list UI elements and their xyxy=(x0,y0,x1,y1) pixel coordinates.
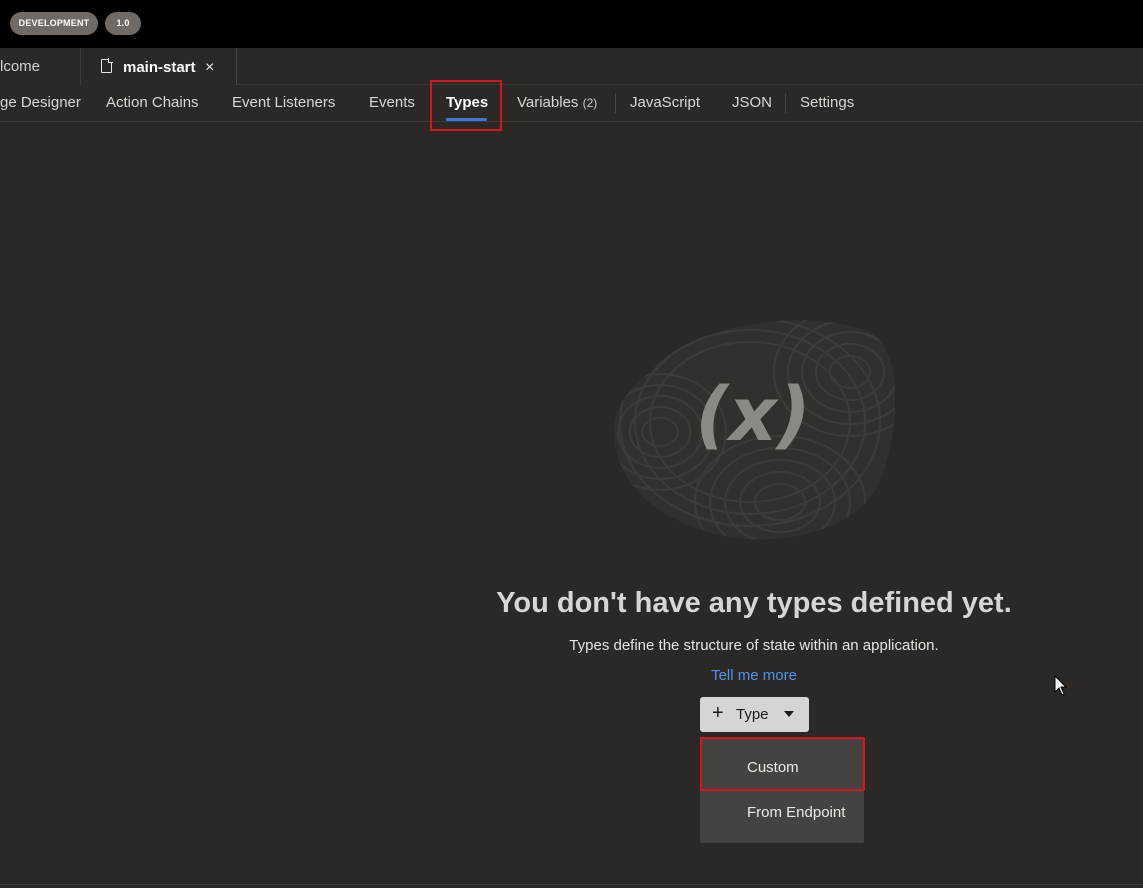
tab-welcome-label: lcome xyxy=(0,58,41,75)
environment-badge[interactable]: DEVELOPMENT xyxy=(10,12,98,35)
tab-main-start-label: main-start xyxy=(123,59,196,76)
top-bar: DEVELOPMENT 1.0 xyxy=(0,0,1143,48)
tell-me-more-link-text[interactable]: Tell me more xyxy=(711,667,797,684)
close-icon[interactable]: × xyxy=(205,49,214,86)
add-type-button[interactable]: + Type xyxy=(700,697,809,732)
tab-settings[interactable]: Settings xyxy=(800,85,854,121)
tab-divider xyxy=(785,93,786,113)
file-tabs: lcome main-start × xyxy=(0,48,1143,85)
file-icon xyxy=(101,58,113,73)
bottom-divider xyxy=(0,884,1143,885)
tab-welcome[interactable]: lcome xyxy=(0,48,81,85)
plus-icon: + xyxy=(712,702,724,724)
tab-event-listeners[interactable]: Event Listeners xyxy=(232,85,335,121)
variables-illustration-icon: (x) xyxy=(614,320,895,540)
tab-javascript[interactable]: JavaScript xyxy=(630,85,700,121)
menu-item-from-endpoint[interactable]: From Endpoint xyxy=(700,790,864,835)
variables-count-badge: (2) xyxy=(582,96,598,110)
empty-state-description: Types define the structure of state with… xyxy=(569,637,939,654)
tab-events[interactable]: Events xyxy=(369,85,415,121)
tab-action-chains[interactable]: Action Chains xyxy=(106,85,199,121)
tab-main-start[interactable]: main-start × xyxy=(81,48,237,85)
tab-page-designer[interactable]: ge Designer xyxy=(0,85,81,121)
tell-me-more-link: Tell me more xyxy=(0,667,1143,684)
types-tab-highlight xyxy=(430,80,502,131)
designer-tabs: ge Designer Action Chains Event Listener… xyxy=(0,85,1143,122)
custom-item-highlight xyxy=(700,737,865,791)
empty-state-title: You don't have any types defined yet. xyxy=(496,587,1012,619)
version-badge[interactable]: 1.0 xyxy=(105,12,141,35)
caret-down-icon xyxy=(784,711,794,717)
tab-variables[interactable]: Variables (2) xyxy=(517,85,597,121)
variable-glyph-icon: (x) xyxy=(695,372,810,458)
tab-divider xyxy=(615,93,616,113)
add-type-button-label: Type xyxy=(736,706,769,723)
tab-variables-label: Variables xyxy=(517,94,579,111)
mouse-cursor-icon xyxy=(1054,675,1068,696)
tab-json[interactable]: JSON xyxy=(732,85,772,121)
